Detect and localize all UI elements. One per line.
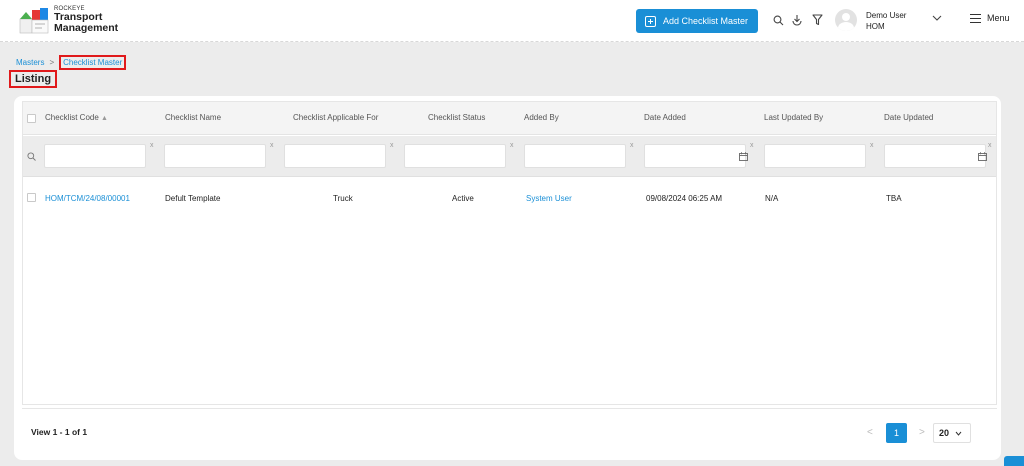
cell-status: Active [452, 194, 474, 203]
page-size-select[interactable]: 20 [933, 423, 971, 443]
filter-last-updated-by[interactable] [764, 144, 866, 168]
listing-panel: Checklist Code ▲ Checklist Name Checklis… [14, 96, 1001, 460]
cell-date-added: 09/08/2024 06:25 AM [646, 194, 723, 203]
view-info: View 1 - 1 of 1 [31, 427, 88, 437]
page-title: Listing [9, 70, 58, 88]
clear-filter-applicable[interactable]: x [390, 142, 394, 149]
filter-applicable-for[interactable] [284, 144, 386, 168]
user-role: HOM [866, 22, 885, 31]
cell-applicable-for: Truck [333, 194, 353, 203]
user-info[interactable]: Demo User HOM [866, 10, 906, 32]
user-name: Demo User [866, 11, 907, 20]
page-number-button[interactable]: 1 [886, 423, 907, 443]
clear-filter-date-updated[interactable]: x [988, 142, 992, 149]
download-icon[interactable] [790, 13, 804, 27]
col-checklist-code[interactable]: Checklist Code ▲ [45, 113, 108, 122]
col-date-added[interactable]: Date Added [644, 113, 686, 122]
footer-divider [22, 408, 997, 409]
next-page-button[interactable]: > [919, 427, 925, 438]
clear-filter-added-by[interactable]: x [630, 142, 634, 149]
brand-line2: Management [54, 22, 119, 34]
sort-icon[interactable]: ▲ [101, 115, 108, 122]
corner-action-button[interactable] [1004, 456, 1024, 466]
chevron-down-icon[interactable] [932, 14, 942, 24]
cell-last-updated-by: N/A [765, 194, 779, 203]
chevron-down-icon [955, 431, 962, 436]
filter-search-icon [27, 152, 36, 163]
filter-status[interactable] [404, 144, 506, 168]
filter-checklist-code[interactable] [44, 144, 146, 168]
filter-date-added[interactable] [644, 144, 746, 168]
filter-icon[interactable] [810, 13, 824, 27]
clear-filter-last-updated[interactable]: x [870, 142, 874, 149]
search-icon[interactable] [771, 13, 785, 27]
breadcrumb-masters[interactable]: Masters [16, 58, 44, 67]
col-checklist-name[interactable]: Checklist Name [165, 113, 221, 122]
table-row[interactable]: HOM/TCM/24/08/00001 Defult Template Truc… [23, 186, 996, 208]
breadcrumb-separator: > [49, 58, 55, 67]
top-bar: ROCKEYE Transport Management Add Checkli… [0, 0, 1024, 42]
brand-name: ROCKEYE Transport Management [54, 6, 118, 34]
clear-filter-name[interactable]: x [270, 142, 274, 149]
calendar-icon[interactable] [739, 152, 748, 163]
breadcrumb: Masters > Checklist Master [16, 55, 127, 70]
col-added-by[interactable]: Added By [524, 113, 559, 122]
calendar-icon[interactable] [978, 152, 987, 163]
hamburger-icon [970, 13, 981, 23]
filter-date-updated[interactable] [884, 144, 986, 168]
cell-checklist-code[interactable]: HOM/TCM/24/08/00001 [45, 194, 130, 203]
data-grid: Checklist Code ▲ Checklist Name Checklis… [22, 101, 997, 405]
filter-checklist-name[interactable] [164, 144, 266, 168]
col-date-updated[interactable]: Date Updated [884, 113, 933, 122]
table-header: Checklist Code ▲ Checklist Name Checklis… [23, 102, 996, 135]
menu-label: Menu [987, 13, 1010, 23]
col-status[interactable]: Checklist Status [428, 113, 485, 122]
brand-logo[interactable] [18, 6, 50, 36]
breadcrumb-current[interactable]: Checklist Master [59, 55, 127, 70]
avatar[interactable] [835, 9, 857, 31]
clear-filter-status[interactable]: x [510, 142, 514, 149]
clear-filter-date-added[interactable]: x [750, 142, 754, 149]
clear-filter-code[interactable]: x [150, 142, 154, 149]
menu-button[interactable]: Menu [970, 13, 1010, 23]
cell-checklist-name: Defult Template [165, 194, 221, 203]
col-applicable-for[interactable]: Checklist Applicable For [293, 113, 378, 122]
select-all-checkbox[interactable] [27, 114, 36, 123]
filter-added-by[interactable] [524, 144, 626, 168]
cell-added-by[interactable]: System User [526, 194, 572, 203]
page-size-value: 20 [939, 428, 950, 438]
filter-row: x x x x x x x x [23, 136, 996, 177]
prev-page-button[interactable]: < [867, 427, 873, 438]
cell-date-updated: TBA [886, 194, 902, 203]
add-button-label: Add Checklist Master [663, 16, 749, 26]
add-checklist-master-button[interactable]: Add Checklist Master [636, 9, 758, 33]
col-last-updated-by[interactable]: Last Updated By [764, 113, 823, 122]
plus-icon [645, 15, 656, 27]
row-checkbox[interactable] [27, 193, 36, 202]
